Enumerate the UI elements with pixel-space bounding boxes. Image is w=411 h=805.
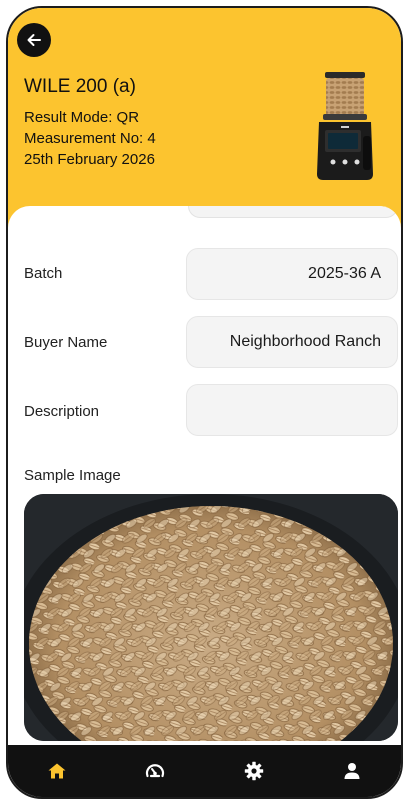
nav-settings[interactable] <box>229 751 279 791</box>
wheat-grain-photo <box>24 494 398 741</box>
home-icon <box>48 763 66 779</box>
nav-measure[interactable] <box>130 751 180 791</box>
grain-moisture-meter-image <box>317 72 373 180</box>
phone-frame: WILE 200 (a) Result Mode: QR Measurement… <box>6 6 403 799</box>
description-label: Description <box>24 403 100 420</box>
buyer-name-label: Buyer Name <box>24 334 108 351</box>
measurement-date: 25th February 2026 <box>24 151 155 168</box>
back-button[interactable] <box>17 23 51 57</box>
user-icon <box>344 763 360 779</box>
description-field[interactable] <box>186 384 398 436</box>
bottom-navigation <box>8 745 401 797</box>
previous-field-partial <box>188 206 398 218</box>
sample-image-label: Sample Image <box>24 467 121 484</box>
batch-field[interactable]: 2025-36 A <box>186 248 398 300</box>
nav-profile[interactable] <box>327 751 377 791</box>
nav-home[interactable] <box>32 751 82 791</box>
header: WILE 200 (a) Result Mode: QR Measurement… <box>8 8 401 238</box>
measurement-number: Measurement No: 4 <box>24 130 156 147</box>
device-name: WILE 200 (a) <box>24 76 136 97</box>
form-card: Batch 2025-36 A Buyer Name Neighborhood … <box>8 206 401 751</box>
batch-label: Batch <box>24 265 63 282</box>
gauge-icon <box>146 764 165 778</box>
sample-image[interactable] <box>24 494 398 741</box>
result-mode: Result Mode: QR <box>24 109 140 126</box>
back-arrow-icon <box>27 34 41 46</box>
gear-icon <box>244 761 263 781</box>
buyer-name-field[interactable]: Neighborhood Ranch <box>186 316 398 368</box>
